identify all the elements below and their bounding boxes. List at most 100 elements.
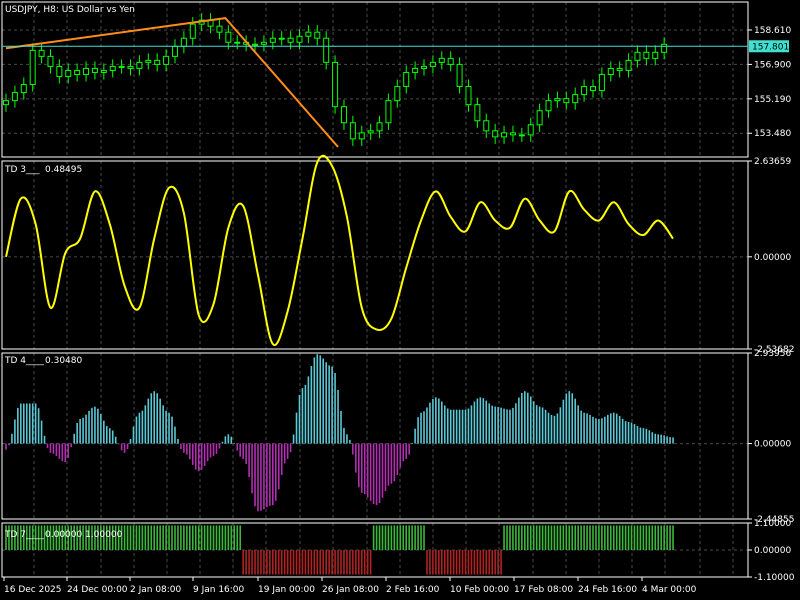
- candle: [296, 35, 303, 43]
- candle: [47, 55, 54, 67]
- candle: [136, 61, 143, 69]
- candle: [474, 104, 481, 122]
- candle: [616, 67, 623, 71]
- candle: [358, 132, 365, 140]
- candle: [456, 63, 463, 88]
- x-tick-label: 2 Feb 16:00: [386, 585, 440, 595]
- x-tick-label: 17 Feb 08:00: [514, 585, 573, 595]
- y-tick-label: 155.190: [754, 95, 791, 105]
- x-tick-label: 2 Jan 08:00: [130, 585, 182, 595]
- candle: [252, 43, 259, 46]
- candle: [305, 31, 312, 37]
- candle: [278, 37, 285, 40]
- y-tick-label: 156.900: [754, 60, 791, 70]
- candle: [91, 67, 98, 73]
- candle: [323, 37, 330, 63]
- y-tick-label: 2.93956: [754, 349, 791, 359]
- candle: [332, 61, 339, 108]
- candle: [180, 37, 187, 47]
- candle: [376, 122, 383, 132]
- candle: [74, 69, 81, 75]
- candle: [145, 59, 152, 63]
- symbol-title: USDJPY, H8: US Dollar vs Yen: [5, 5, 135, 15]
- x-tick-label: 9 Jan 16:00: [193, 585, 245, 595]
- candle: [501, 132, 508, 138]
- y-tick-label: 158.610: [754, 26, 791, 36]
- y-tick-label: 0.00000: [754, 253, 791, 263]
- candle: [394, 86, 401, 102]
- td3-name: TD 3___: [4, 165, 40, 175]
- candle: [438, 57, 445, 63]
- x-tick-label: 24 Dec 00:00: [67, 585, 128, 595]
- candle: [225, 31, 232, 43]
- td7-name: TD 7____: [4, 530, 45, 540]
- candle: [652, 51, 659, 59]
- y-tick-label: 0.00000: [754, 440, 791, 450]
- td4-name: TD 4____: [4, 356, 45, 366]
- current-price-label: 157.801: [752, 42, 789, 52]
- candle: [509, 132, 516, 136]
- candle: [492, 130, 499, 138]
- candle: [634, 51, 641, 61]
- candle: [234, 41, 241, 44]
- x-tick-label: 16 Dec 2025: [4, 585, 62, 595]
- candle: [554, 98, 561, 102]
- candle: [598, 73, 605, 92]
- candle: [340, 106, 347, 124]
- candle: [367, 130, 374, 134]
- candle: [518, 134, 525, 137]
- candle: [287, 37, 294, 43]
- candle: [349, 122, 356, 140]
- candle: [483, 120, 490, 132]
- candle: [607, 67, 614, 75]
- candle: [171, 45, 178, 57]
- y-tick-label: -1.10000: [754, 573, 795, 583]
- td4-value: 0.30480: [45, 356, 82, 366]
- candle: [536, 110, 543, 126]
- candle: [412, 67, 419, 73]
- candle: [189, 23, 196, 39]
- candle: [625, 59, 632, 71]
- candle: [260, 41, 267, 45]
- candle: [29, 49, 36, 86]
- candle: [581, 86, 588, 96]
- candle: [661, 43, 668, 53]
- candle: [38, 49, 45, 57]
- y-tick-label: 0.00000: [754, 546, 791, 556]
- candle: [465, 86, 472, 106]
- x-tick-label: 24 Feb 16:00: [578, 585, 637, 595]
- candle: [447, 57, 454, 65]
- candle: [269, 37, 276, 43]
- candle: [11, 92, 18, 102]
- candle: [572, 94, 579, 104]
- candle: [20, 84, 27, 94]
- trading-chart[interactable]: 158.610 156.900 155.190 153.480 2.63659 0.000…: [0, 0, 800, 600]
- candle: [100, 69, 107, 73]
- td7-values: 0.00000 1.00000: [45, 530, 123, 540]
- candle: [109, 65, 116, 71]
- candle: [563, 98, 570, 104]
- candle: [83, 67, 90, 75]
- y-tick-label: 153.480: [754, 129, 791, 139]
- candle: [643, 51, 650, 59]
- candle: [154, 59, 161, 65]
- td3-value: 0.48495: [45, 165, 82, 175]
- candle: [429, 61, 436, 67]
- candle: [56, 65, 63, 77]
- candle: [385, 100, 392, 124]
- candle: [314, 31, 321, 39]
- candle: [403, 71, 410, 88]
- candle: [163, 55, 170, 65]
- candle: [545, 100, 552, 112]
- y-tick-label: 1.10000: [754, 519, 791, 529]
- candle: [127, 65, 134, 69]
- candle: [421, 65, 428, 69]
- x-tick-label: 26 Jan 08:00: [322, 585, 379, 595]
- y-tick-label: 2.63659: [754, 157, 791, 167]
- x-tick-label: 4 Mar 00:00: [642, 585, 697, 595]
- candle: [3, 100, 9, 106]
- x-tick-label: 19 Jan 00:00: [258, 585, 315, 595]
- candle: [527, 124, 534, 136]
- candle: [589, 86, 596, 92]
- candle: [118, 65, 125, 68]
